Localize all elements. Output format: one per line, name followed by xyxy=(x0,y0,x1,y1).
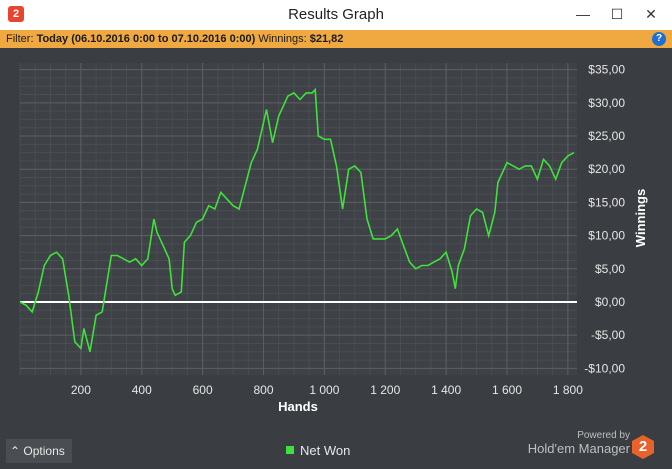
filter-value: Today (06.10.2016 0:00 to 07.10.2016 0:0… xyxy=(36,33,256,45)
y-tick-label: $15,00 xyxy=(588,195,625,209)
x-tick-label: 600 xyxy=(193,383,213,397)
y-tick-label: $30,00 xyxy=(588,96,625,110)
x-tick-label: 800 xyxy=(253,383,273,397)
winnings-label: Winnings: xyxy=(258,33,307,45)
y-tick-label: $0,00 xyxy=(595,295,625,309)
filter-label: Filter: xyxy=(6,33,34,45)
maximize-button[interactable]: ☐ xyxy=(600,0,634,30)
y-tick-label: $5,00 xyxy=(595,262,625,276)
brand-logo-icon: 2 xyxy=(632,435,654,459)
x-tick-label: 200 xyxy=(71,383,91,397)
x-tick-label: 1 600 xyxy=(492,383,522,397)
winnings-value: $21,82 xyxy=(309,33,344,45)
y-tick-label: $10,00 xyxy=(588,229,625,243)
y-tick-label: -$5,00 xyxy=(591,328,625,342)
window-titlebar: 2 Results Graph — ☐ ✕ xyxy=(0,0,672,31)
y-tick-label: $20,00 xyxy=(588,162,625,176)
options-button[interactable]: ⌃ Options xyxy=(6,439,72,463)
options-label: Options xyxy=(23,444,65,458)
x-axis-label: Hands xyxy=(278,399,318,414)
y-axis-ticks: $35,00 $30,00 $25,00 $20,00 $15,00 $10,00 $5,0… xyxy=(584,63,625,376)
legend-swatch-net-won xyxy=(286,446,294,454)
x-tick-label: 1 200 xyxy=(370,383,400,397)
chevron-up-icon: ⌃ xyxy=(10,444,21,458)
y-tick-label: $35,00 xyxy=(588,63,625,77)
brand-name: Hold'em Manager xyxy=(527,441,630,456)
minimize-button[interactable]: — xyxy=(566,0,600,30)
y-axis-label: Winnings xyxy=(633,189,648,247)
help-icon[interactable]: ? xyxy=(652,32,666,46)
y-tick-label: -$10,00 xyxy=(584,361,625,375)
x-tick-label: 1 000 xyxy=(309,383,339,397)
powered-by-text: Powered by xyxy=(577,430,630,441)
filter-bar[interactable]: Filter: Today (06.10.2016 0:00 to 07.10.… xyxy=(0,30,672,48)
x-axis-ticks: 200 400 600 800 1 000 1 200 1 400 1 600 1 800 xyxy=(71,383,583,397)
close-button[interactable]: ✕ xyxy=(634,0,668,30)
x-tick-label: 400 xyxy=(132,383,152,397)
x-tick-label: 1 800 xyxy=(553,383,583,397)
brand-block: Powered by Hold'em Manager xyxy=(520,430,630,456)
chart-legend: Net Won xyxy=(286,443,350,458)
legend-label-net-won: Net Won xyxy=(300,443,351,458)
results-chart: 200 400 600 800 1 000 1 200 1 400 1 600 1 800 $3… xyxy=(19,63,648,414)
x-tick-label: 1 400 xyxy=(431,383,461,397)
y-tick-label: $25,00 xyxy=(588,129,625,143)
